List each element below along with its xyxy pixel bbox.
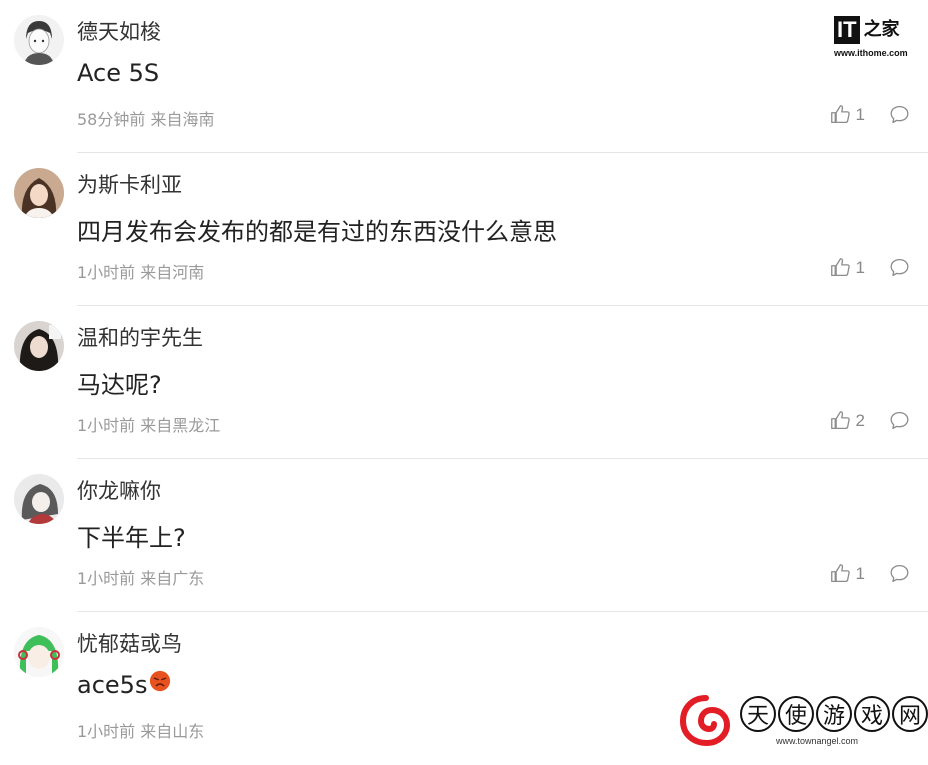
thumbs-up-icon	[830, 411, 850, 430]
thumbs-up-icon	[830, 258, 850, 277]
comment-meta: 1小时前 来自山东	[77, 718, 204, 742]
user-avatar[interactable]	[14, 15, 64, 65]
like-button[interactable]: 1	[830, 563, 889, 584]
username[interactable]: 忧郁菇或鸟	[77, 628, 182, 658]
comment-meta: 1小时前 来自黑龙江	[77, 412, 220, 436]
watermark-char: 使	[778, 696, 814, 732]
comment-meta: 1小时前 来自河南	[77, 259, 204, 283]
comment-item: 温和的宇先生 马达呢? 1小时前 来自黑龙江 2	[0, 306, 928, 459]
comment-time: 1小时前	[77, 722, 136, 741]
reply-button[interactable]	[889, 257, 910, 278]
user-avatar[interactable]	[14, 321, 64, 371]
swirl-logo-icon	[680, 695, 731, 746]
comment-time: 1小时前	[77, 416, 136, 435]
comment-bubble-icon	[890, 411, 909, 430]
comment-location: 来自河南	[140, 263, 205, 282]
reply-button[interactable]	[889, 410, 910, 431]
comment-text-body: 四月发布会发布的都是有过的东西没什么意思	[77, 218, 557, 246]
comment-bubble-icon	[890, 564, 909, 583]
comment-text: 马达呢?	[77, 365, 162, 400]
username[interactable]: 德天如梭	[77, 16, 161, 46]
avatar-girl-photo-icon	[14, 168, 64, 218]
comment-meta: 1小时前 来自广东	[77, 565, 204, 589]
comment-item: 你龙嘛你 下半年上? 1小时前 来自广东 1	[0, 459, 928, 612]
comment-actions: 2	[830, 410, 910, 431]
comment-bubble-icon	[890, 105, 909, 124]
comment-text: Ace 5S	[77, 59, 159, 87]
comment-location: 来自海南	[150, 110, 215, 129]
comment-actions: 1	[830, 257, 910, 278]
comment-time: 1小时前	[77, 263, 136, 282]
watermark-url: www.townangel.com	[776, 736, 859, 746]
user-avatar[interactable]	[14, 627, 64, 677]
avatar-woman-photo-icon	[14, 321, 64, 371]
comment-time: 1小时前	[77, 569, 136, 588]
like-count: 2	[855, 410, 865, 430]
like-count: 1	[855, 257, 865, 277]
comment-bubble-icon	[890, 258, 909, 277]
comment-text: ace5s	[77, 670, 171, 699]
username[interactable]: 为斯卡利亚	[77, 169, 182, 199]
comment-meta: 58分钟前 来自海南	[77, 106, 214, 130]
thumbs-up-icon	[830, 564, 850, 583]
comment-text-body: ace5s	[77, 671, 148, 699]
like-count: 1	[855, 104, 865, 124]
comment-location: 来自黑龙江	[140, 416, 221, 435]
avatar-anime-girl-icon	[14, 474, 64, 524]
comment-item: 为斯卡利亚 四月发布会发布的都是有过的东西没什么意思 1小时前 来自河南 1	[0, 153, 928, 306]
comment-location: 来自广东	[140, 569, 205, 588]
like-count: 1	[855, 563, 865, 583]
user-avatar[interactable]	[14, 474, 64, 524]
like-button[interactable]: 2	[830, 410, 889, 431]
watermark-char: 游	[816, 696, 852, 732]
comment-actions: 1	[830, 563, 910, 584]
watermark-char: 网	[892, 696, 928, 732]
username[interactable]: 你龙嘛你	[77, 475, 161, 505]
watermark-char: 戏	[854, 696, 890, 732]
site-watermark: 天使游戏网 www.townangel.com	[680, 694, 928, 753]
avatar-green-hair-icon	[14, 627, 64, 677]
reply-button[interactable]	[889, 563, 910, 584]
username[interactable]: 温和的宇先生	[77, 322, 203, 352]
comment-text-body: Ace 5S	[77, 59, 160, 87]
comment-item: 德天如梭 Ace 5S 58分钟前 来自海南 1	[0, 0, 928, 153]
reply-button[interactable]	[889, 104, 910, 125]
angry-face-emoji-icon	[150, 670, 171, 692]
comment-text: 四月发布会发布的都是有过的东西没什么意思	[77, 212, 557, 247]
user-avatar[interactable]	[14, 168, 64, 218]
comment-time: 58分钟前	[77, 110, 146, 129]
avatar-cartoon-boy-icon	[14, 15, 64, 65]
like-button[interactable]: 1	[830, 104, 889, 125]
watermark-char: 天	[740, 696, 776, 732]
comment-actions: 1	[830, 104, 910, 125]
comment-location: 来自山东	[140, 722, 205, 741]
like-button[interactable]: 1	[830, 257, 889, 278]
comment-text-body: 马达呢?	[77, 371, 162, 399]
comment-text-body: 下半年上?	[77, 524, 186, 552]
thumbs-up-icon	[830, 105, 850, 124]
watermark-text: 天使游戏网	[740, 696, 928, 732]
comment-text: 下半年上?	[77, 518, 186, 553]
